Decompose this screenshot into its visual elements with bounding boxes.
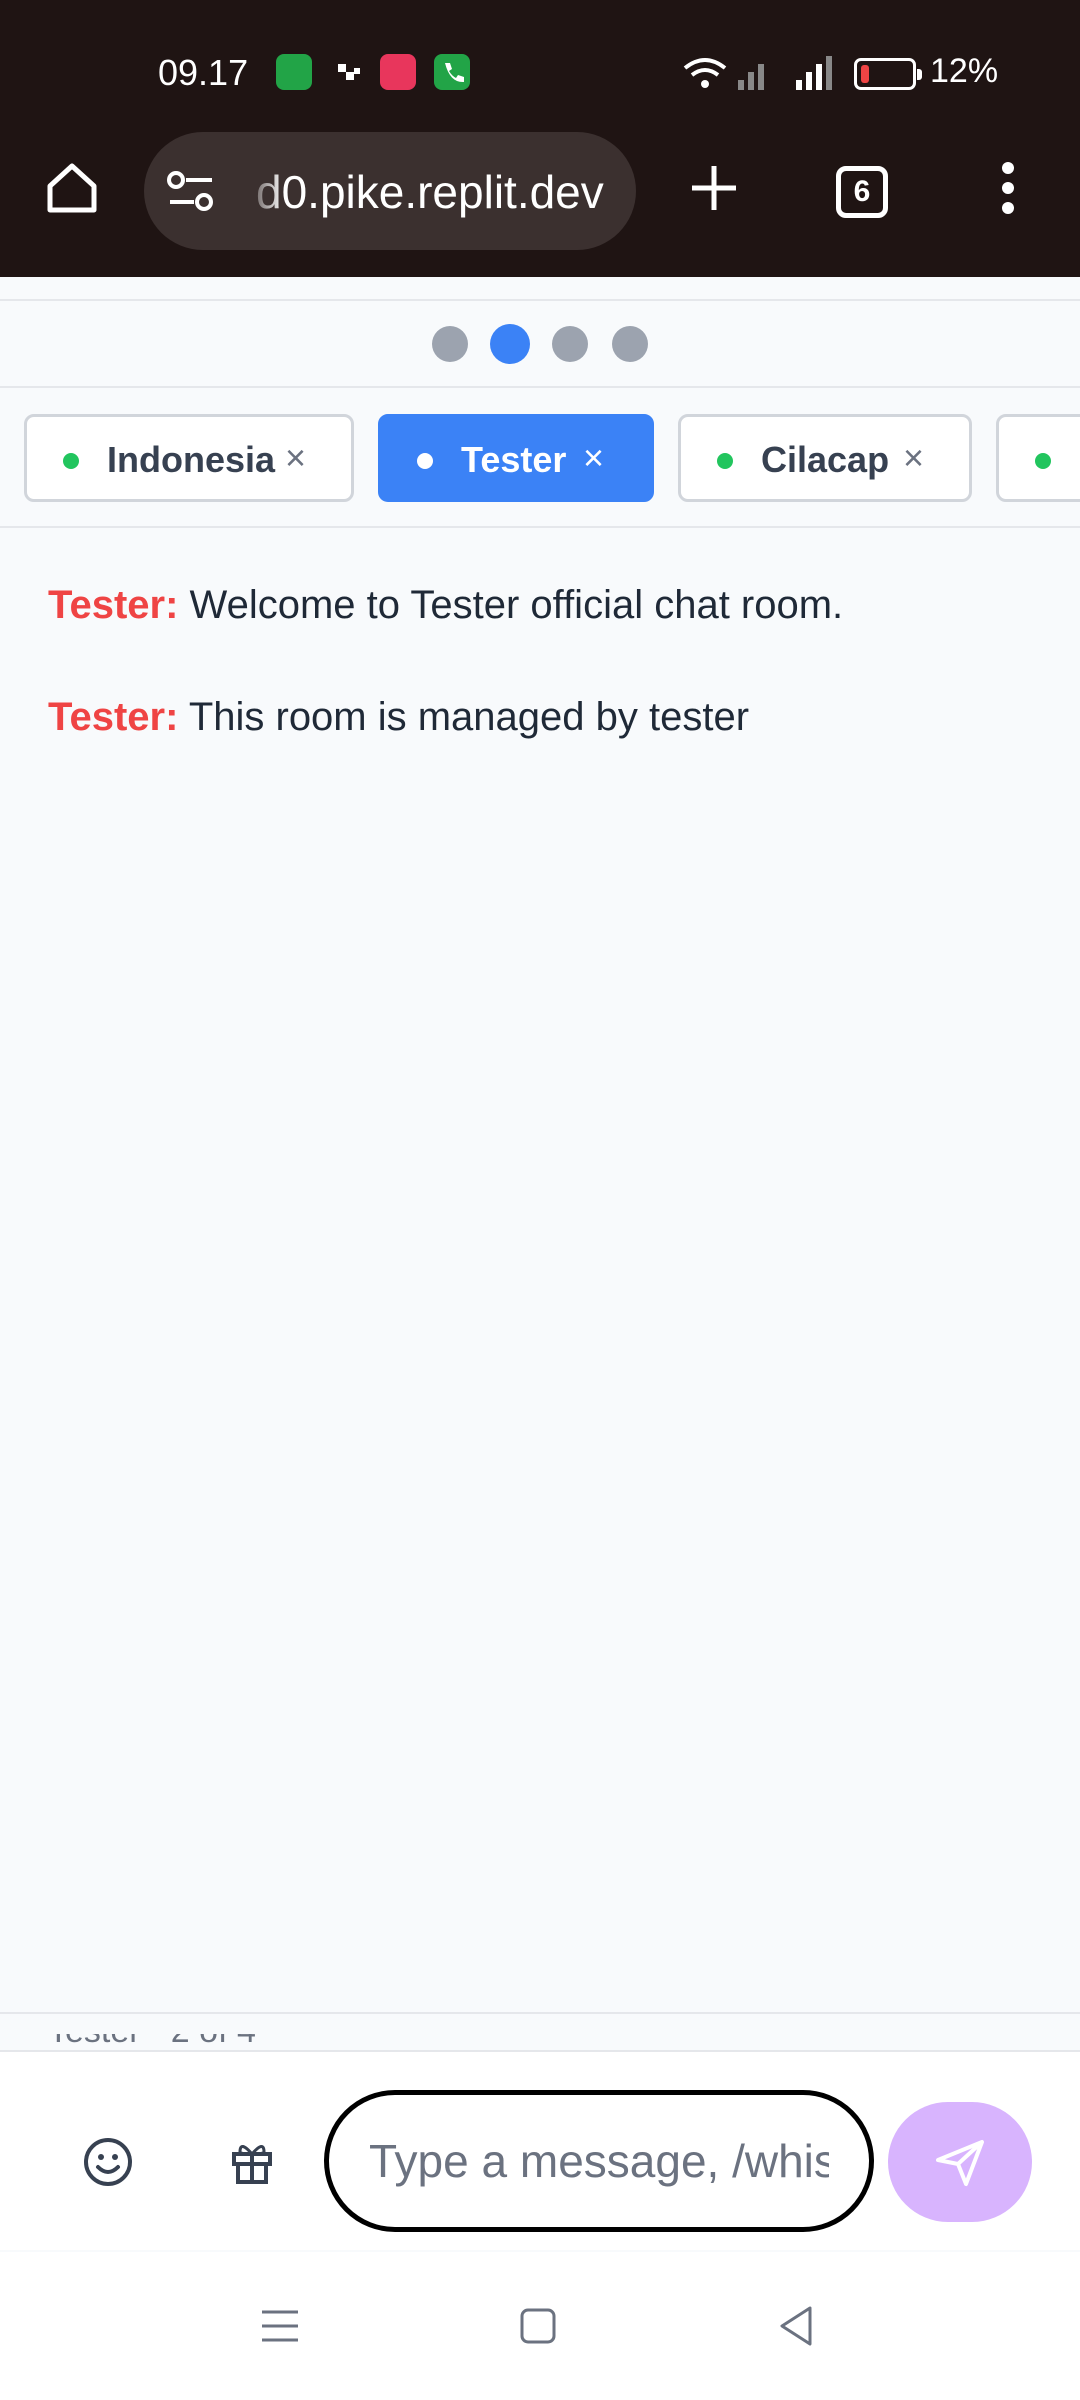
app-store-icon bbox=[276, 54, 312, 90]
message-input[interactable] bbox=[324, 2090, 874, 2232]
message-sender[interactable]: Tester: bbox=[48, 583, 178, 627]
divider bbox=[0, 386, 1080, 388]
divider bbox=[0, 526, 1080, 528]
battery-percent: 12% bbox=[930, 52, 999, 90]
page-dot-3[interactable] bbox=[552, 326, 588, 362]
send-icon bbox=[936, 2140, 984, 2186]
room-indicator: Tester - 2 of 4 bbox=[48, 2034, 448, 2048]
home-nav-icon[interactable] bbox=[508, 2296, 568, 2356]
send-button[interactable] bbox=[888, 2102, 1032, 2222]
divider bbox=[0, 2012, 1080, 2014]
gift-icon[interactable] bbox=[212, 2122, 292, 2202]
home-icon[interactable] bbox=[36, 152, 108, 224]
dots-icon bbox=[332, 54, 368, 90]
battery-icon bbox=[854, 58, 922, 90]
site-settings-icon[interactable] bbox=[166, 170, 216, 219]
online-dot-icon bbox=[63, 453, 79, 469]
divider bbox=[0, 299, 1080, 301]
page-dot-2[interactable] bbox=[490, 324, 530, 364]
chat-message: Tester: This room is managed by tester bbox=[48, 692, 1048, 742]
more-menu-icon[interactable] bbox=[984, 156, 1032, 220]
browser-toolbar: d0.pike.replit.dev 6 bbox=[0, 130, 1080, 254]
online-dot-icon bbox=[717, 453, 733, 469]
online-dot-icon bbox=[1035, 453, 1051, 469]
room-tab-label: Indonesia bbox=[107, 439, 276, 480]
url-bar[interactable]: d0.pike.replit.dev bbox=[144, 132, 636, 250]
signal-icon bbox=[736, 54, 846, 99]
close-icon[interactable]: × bbox=[583, 437, 604, 479]
page-dot-4[interactable] bbox=[612, 326, 648, 362]
room-tab-tester[interactable]: Tester × bbox=[378, 414, 654, 502]
system-nav-bar bbox=[0, 2252, 1080, 2400]
url-text: d0.pike.replit.dev bbox=[256, 166, 604, 218]
message-list: Tester: Welcome to Tester official chat … bbox=[48, 580, 1048, 804]
page-dot-1[interactable] bbox=[432, 326, 468, 362]
back-icon[interactable] bbox=[766, 2296, 826, 2356]
page-indicator bbox=[0, 324, 1080, 364]
room-tab-indonesia[interactable]: Indonesia × bbox=[24, 414, 354, 502]
close-icon[interactable]: × bbox=[285, 437, 306, 479]
room-tabs: Indonesia × Tester × Cilacap × bbox=[0, 412, 1080, 504]
room-tab-cilacap[interactable]: Cilacap × bbox=[678, 414, 972, 502]
vpn-icon bbox=[380, 54, 416, 90]
message-text: Welcome to Tester official chat room. bbox=[189, 583, 844, 627]
room-indicator-text: Tester - 2 of 4 bbox=[48, 2034, 448, 2048]
browser-chrome: 09.17 12% d0.pike.replit.dev 6 bbox=[0, 0, 1080, 277]
room-tab-more[interactable] bbox=[996, 414, 1080, 502]
message-text: This room is managed by tester bbox=[188, 695, 750, 739]
room-tab-label: Tester bbox=[461, 439, 567, 480]
wifi-icon bbox=[680, 56, 730, 97]
close-icon[interactable]: × bbox=[903, 437, 924, 479]
new-tab-icon[interactable] bbox=[682, 156, 746, 220]
status-time: 09.17 bbox=[158, 52, 249, 93]
status-bar: 09.17 12% bbox=[0, 38, 1080, 108]
tab-switcher-button[interactable]: 6 bbox=[836, 166, 888, 218]
emoji-icon[interactable] bbox=[68, 2122, 148, 2202]
online-dot-icon bbox=[417, 453, 433, 469]
recents-icon[interactable] bbox=[250, 2296, 310, 2356]
room-tab-label: Cilacap bbox=[761, 439, 890, 480]
phone-icon bbox=[434, 54, 470, 90]
message-composer bbox=[0, 2050, 1080, 2250]
message-sender[interactable]: Tester: bbox=[48, 695, 178, 739]
chat-message: Tester: Welcome to Tester official chat … bbox=[48, 580, 1048, 630]
